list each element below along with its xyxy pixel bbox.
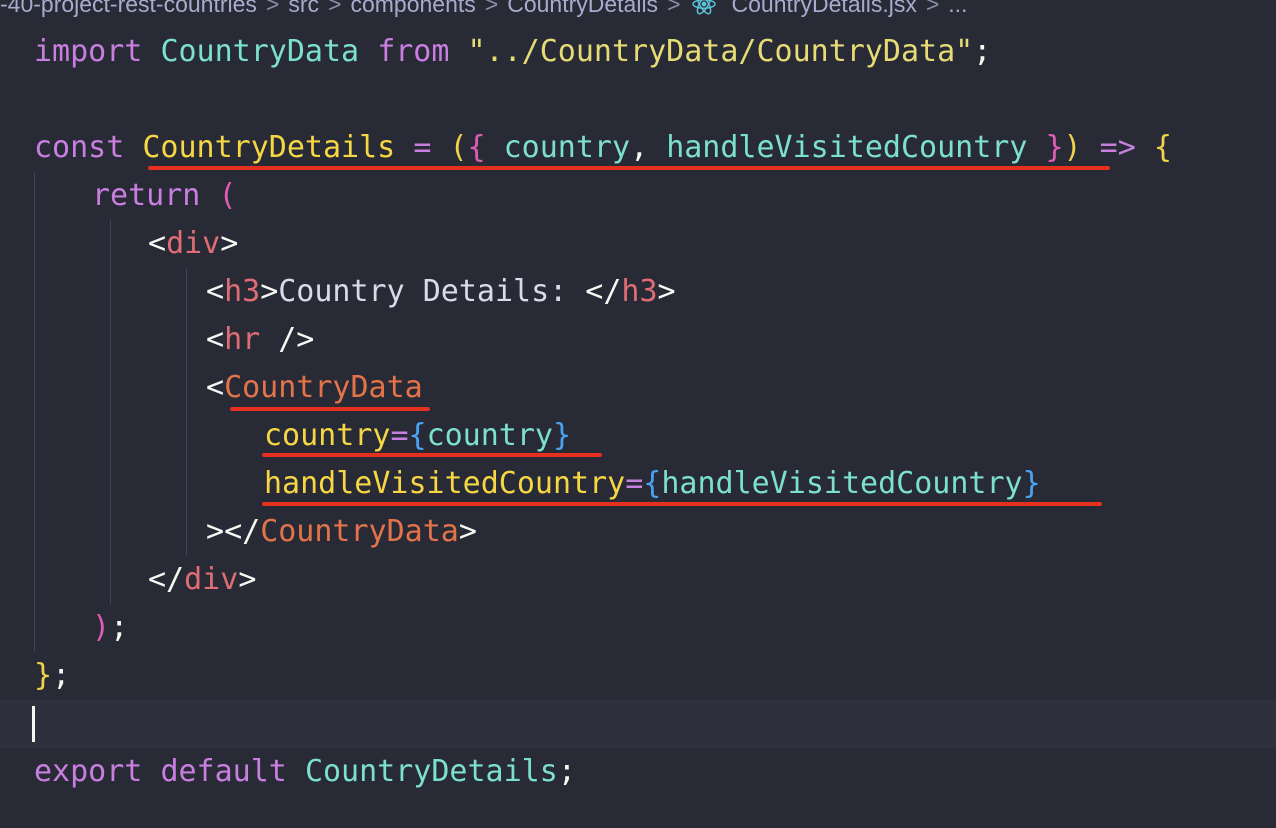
bracket: { xyxy=(1153,130,1172,165)
breadcrumb-separator: > xyxy=(667,0,681,17)
bracket: } xyxy=(1022,466,1041,501)
operator: => xyxy=(1099,130,1136,165)
variable: handleVisitedCountry xyxy=(661,466,1023,501)
tag-bracket: > xyxy=(206,514,225,549)
text-cursor xyxy=(32,706,35,742)
jsx-tag: div xyxy=(184,562,239,597)
breadcrumb-separator: > xyxy=(925,0,940,17)
keyword-return: return xyxy=(92,178,201,213)
indent-guide xyxy=(110,220,111,604)
identifier: CountryDetails xyxy=(304,754,558,789)
breadcrumb-item-project[interactable]: -40-project-rest-countries xyxy=(0,0,257,17)
string-literal: "../CountryData/CountryData" xyxy=(467,34,974,69)
keyword-const: const xyxy=(34,130,125,165)
jsx-attribute: handleVisitedCountry xyxy=(264,466,626,501)
tag-bracket: > xyxy=(657,274,676,309)
bracket: ) xyxy=(1063,130,1082,165)
operator: = xyxy=(390,418,409,453)
code-editor[interactable]: -40-project-rest-countries > src > component… xyxy=(0,0,1276,828)
bracket: } xyxy=(34,658,53,693)
jsx-tag: div xyxy=(166,226,221,261)
breadcrumb-item-components[interactable]: components xyxy=(350,0,475,17)
keyword-from: from xyxy=(377,34,450,69)
code-line-16[interactable]: export default CountryDetails; xyxy=(34,748,576,796)
semicolon: ; xyxy=(52,658,71,693)
keyword-export: export xyxy=(34,754,143,789)
operator: = xyxy=(413,130,432,165)
annotation-underline xyxy=(262,502,1102,506)
bracket: ) xyxy=(92,610,111,645)
comma: , xyxy=(630,130,649,165)
react-icon xyxy=(691,0,716,15)
breadcrumb-item-symbols[interactable]: ... xyxy=(948,0,967,17)
tag-bracket: > xyxy=(260,274,279,309)
tag-bracket: < xyxy=(206,274,225,309)
tag-bracket: </ xyxy=(585,274,622,309)
tag-bracket: </ xyxy=(148,562,185,597)
code-line-1[interactable]: import CountryData from "../CountryData/… xyxy=(34,28,991,76)
bracket: { xyxy=(467,130,486,165)
annotation-underline xyxy=(148,166,1110,170)
breadcrumb-separator: > xyxy=(328,0,342,17)
indent-guide xyxy=(186,268,187,556)
jsx-text: Country Details: xyxy=(278,274,586,309)
bracket: } xyxy=(1045,130,1064,165)
variable: country xyxy=(426,418,553,453)
component-name: CountryData xyxy=(224,370,423,405)
annotation-underline xyxy=(262,453,602,457)
code-line-11[interactable]: ></CountryData> xyxy=(206,508,477,556)
tag-bracket: < xyxy=(206,370,225,405)
tag-bracket: > xyxy=(238,562,257,597)
bracket: ( xyxy=(449,130,468,165)
parameter: handleVisitedCountry xyxy=(666,130,1028,165)
jsx-tag: hr xyxy=(224,322,261,357)
tag-bracket: < xyxy=(206,322,225,357)
current-line-highlight xyxy=(0,700,1276,748)
tag-bracket: /> xyxy=(260,322,315,357)
breadcrumb-item-file[interactable]: CountryDetails.jsx xyxy=(732,0,917,17)
code-line-7[interactable]: <hr /> xyxy=(206,316,314,364)
code-line-14[interactable]: }; xyxy=(34,652,70,700)
identifier: CountryData xyxy=(160,34,360,69)
jsx-tag: h3 xyxy=(224,274,261,309)
bracket: } xyxy=(553,418,572,453)
code-line-10[interactable]: handleVisitedCountry={handleVisitedCount… xyxy=(264,460,1041,508)
parameter: country xyxy=(503,130,631,165)
code-line-6[interactable]: <h3>Country Details: </h3> xyxy=(206,268,676,316)
semicolon: ; xyxy=(557,754,576,789)
function-name: CountryDetails xyxy=(142,130,396,165)
component-name: CountryData xyxy=(260,514,459,549)
indent-guide xyxy=(34,172,35,652)
keyword-import: import xyxy=(34,34,143,69)
breadcrumb-item-src[interactable]: src xyxy=(288,0,319,17)
code-line-12[interactable]: </div> xyxy=(148,556,256,604)
annotation-underline xyxy=(230,407,430,411)
jsx-tag: h3 xyxy=(621,274,658,309)
tag-bracket: < xyxy=(148,226,167,261)
bracket: { xyxy=(643,466,662,501)
code-line-5[interactable]: <div> xyxy=(148,220,238,268)
breadcrumb-item-folder[interactable]: CountryDetails xyxy=(507,0,658,17)
tag-bracket: </ xyxy=(224,514,261,549)
breadcrumb-separator: > xyxy=(484,0,499,17)
semicolon: ; xyxy=(110,610,129,645)
operator: = xyxy=(625,466,644,501)
code-line-3[interactable]: const CountryDetails = ({ country, handl… xyxy=(34,124,1172,172)
semicolon: ; xyxy=(973,34,992,69)
breadcrumb-separator: > xyxy=(265,0,280,17)
tag-bracket: > xyxy=(220,226,239,261)
code-line-8[interactable]: <CountryData xyxy=(206,364,423,412)
breadcrumb: -40-project-rest-countries > src > component… xyxy=(0,0,967,20)
code-line-13[interactable]: ); xyxy=(92,604,128,652)
keyword-default: default xyxy=(160,754,287,789)
jsx-attribute: country xyxy=(264,418,391,453)
bracket: ( xyxy=(218,178,237,213)
code-line-4[interactable]: return ( xyxy=(92,172,237,220)
tag-bracket: > xyxy=(458,514,477,549)
bracket: { xyxy=(408,418,427,453)
